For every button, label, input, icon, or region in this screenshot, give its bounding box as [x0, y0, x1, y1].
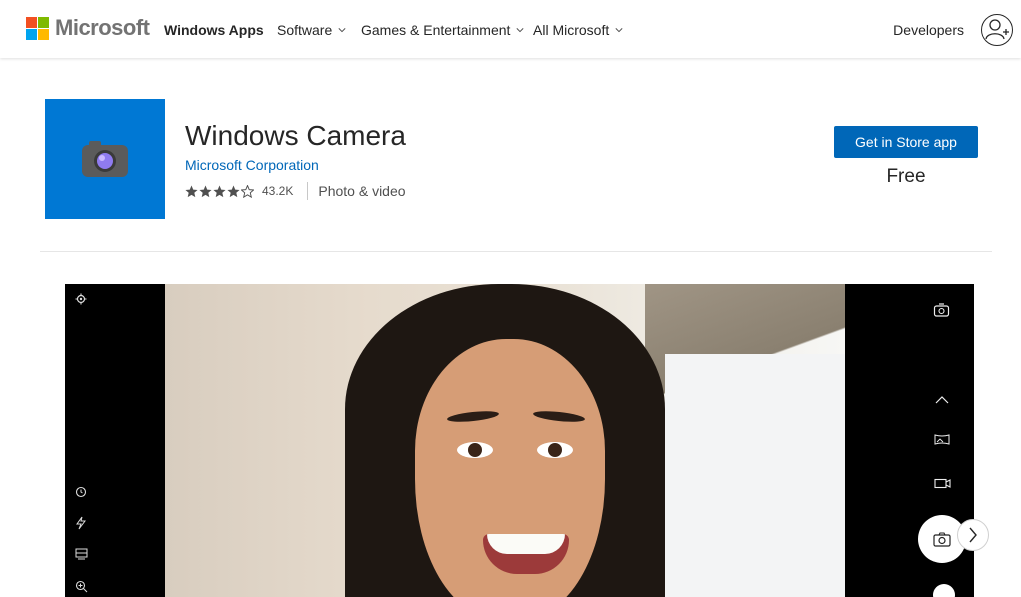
camera-preview-photo	[165, 284, 845, 597]
switch-camera-icon	[933, 303, 950, 318]
developers-link[interactable]: Developers	[893, 22, 964, 38]
app-screenshot[interactable]	[65, 284, 974, 597]
user-add-icon[interactable]	[981, 14, 1013, 46]
top-nav-bar: Microsoft Windows Apps Software Games & …	[0, 0, 1021, 58]
document-icon	[933, 584, 955, 597]
nav-label: Windows Apps	[164, 22, 264, 38]
category-link[interactable]: Photo & video	[318, 183, 405, 199]
flash-icon	[75, 516, 87, 530]
star-rating	[185, 184, 255, 198]
nav-windows-apps[interactable]: Windows Apps	[164, 22, 264, 38]
camera-app-icon	[82, 141, 128, 177]
app-icon-tile	[45, 99, 165, 219]
chevron-down-icon	[516, 28, 524, 33]
app-title: Windows Camera	[185, 120, 406, 151]
microsoft-logo[interactable]	[26, 17, 50, 41]
star-filled-icon	[199, 185, 212, 197]
price: Free	[886, 166, 926, 187]
star-empty-icon	[241, 184, 254, 198]
brand-name[interactable]: Microsoft	[55, 15, 150, 41]
nav-label: Games & Entertainment	[361, 22, 511, 38]
chevron-up-icon	[935, 396, 949, 404]
video-icon	[934, 478, 951, 489]
nav-games-entertainment[interactable]: Games & Entertainment	[361, 22, 524, 38]
rating-count[interactable]: 43.2K	[262, 184, 293, 198]
star-filled-icon	[213, 185, 226, 197]
settings-icon	[75, 293, 87, 305]
nav-label: Software	[277, 22, 333, 38]
section-divider	[40, 251, 992, 252]
chevron-down-icon	[338, 28, 346, 33]
timer-icon	[75, 485, 88, 498]
separator	[307, 182, 309, 200]
next-screenshot-button[interactable]	[957, 519, 989, 551]
framing-grid-icon	[75, 548, 88, 560]
chevron-right-icon	[969, 527, 977, 543]
star-filled-icon	[185, 185, 198, 197]
rating-row: 43.2K Photo & video	[185, 182, 406, 200]
nav-software[interactable]: Software	[277, 22, 346, 38]
star-filled-icon	[227, 185, 240, 197]
chevron-down-icon	[615, 28, 623, 33]
camera-icon	[933, 531, 951, 547]
zoom-icon	[75, 580, 88, 593]
panorama-icon	[934, 434, 950, 445]
publisher-link[interactable]: Microsoft Corporation	[185, 157, 319, 173]
nav-label: All Microsoft	[533, 22, 610, 38]
nav-all-microsoft[interactable]: All Microsoft	[533, 22, 623, 38]
get-in-store-button[interactable]: Get in Store app	[834, 126, 978, 158]
